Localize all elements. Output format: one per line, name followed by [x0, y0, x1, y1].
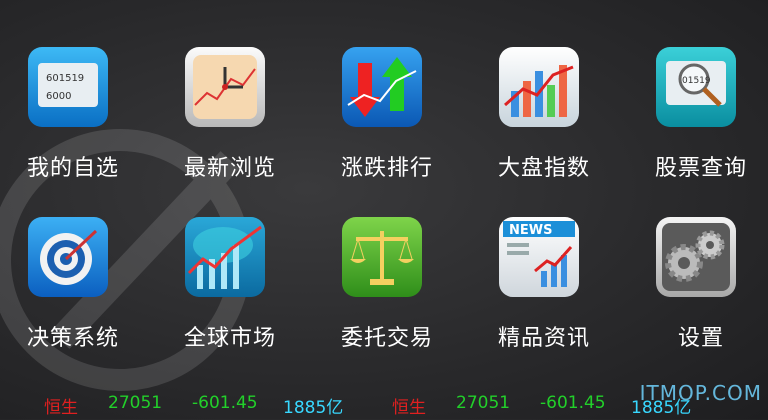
clock-chart-icon — [183, 45, 267, 129]
magnifier-search-icon: 01519 — [654, 45, 738, 129]
ticker-volume: 1885亿 — [283, 398, 344, 418]
globe-chart-icon — [183, 215, 267, 299]
quote-panel-icon: 601519 6000 — [26, 45, 110, 129]
news-text: NEWS — [509, 223, 552, 238]
ticker-change: -601.45 — [540, 393, 606, 413]
menu-label: 决策系统 — [27, 326, 120, 351]
menu-label: 精品资讯 — [498, 326, 591, 351]
menu-label: 委托交易 — [341, 326, 434, 351]
menu-item-stock-search[interactable]: 01519 股票查询 — [628, 0, 768, 181]
main-menu-grid: 601519 6000 我的自选 最新浏览 涨跌排行 大盘指数 01519 股票… — [0, 0, 768, 380]
menu-item-order-trading[interactable]: 委托交易 — [314, 170, 471, 351]
menu-item-settings[interactable]: 设置 — [628, 170, 768, 351]
ticker-name: 恒生 — [392, 398, 426, 418]
search-number-text: 01519 — [682, 76, 711, 86]
menu-item-decision-system[interactable]: 决策系统 — [0, 170, 157, 351]
quote-text-a: 601519 — [46, 73, 84, 84]
menu-item-market-index[interactable]: 大盘指数 — [471, 0, 628, 181]
target-icon — [26, 215, 110, 299]
menu-item-premium-news[interactable]: NEWS 精品资讯 — [471, 170, 628, 351]
ticker-value: 27051 — [456, 393, 511, 413]
scales-icon — [340, 215, 424, 299]
menu-item-recent-views[interactable]: 最新浏览 — [157, 0, 314, 181]
bar-trend-chart-icon — [497, 45, 581, 129]
menu-label: 全球市场 — [184, 326, 277, 351]
ticker-change: -601.45 — [192, 393, 258, 413]
ticker-name: 恒生 — [44, 398, 78, 418]
gears-icon — [654, 215, 738, 299]
menu-item-gainers-losers[interactable]: 涨跌排行 — [314, 0, 471, 181]
ticker-value: 27051 — [108, 393, 163, 413]
menu-item-global-markets[interactable]: 全球市场 — [157, 170, 314, 351]
news-icon: NEWS — [497, 215, 581, 299]
up-down-arrows-icon — [340, 45, 424, 129]
watermark: ITMOP.COM — [639, 381, 762, 405]
menu-label: 设置 — [678, 326, 725, 351]
menu-item-my-watchlist[interactable]: 601519 6000 我的自选 — [0, 0, 157, 181]
quote-text-b: 6000 — [46, 91, 71, 102]
